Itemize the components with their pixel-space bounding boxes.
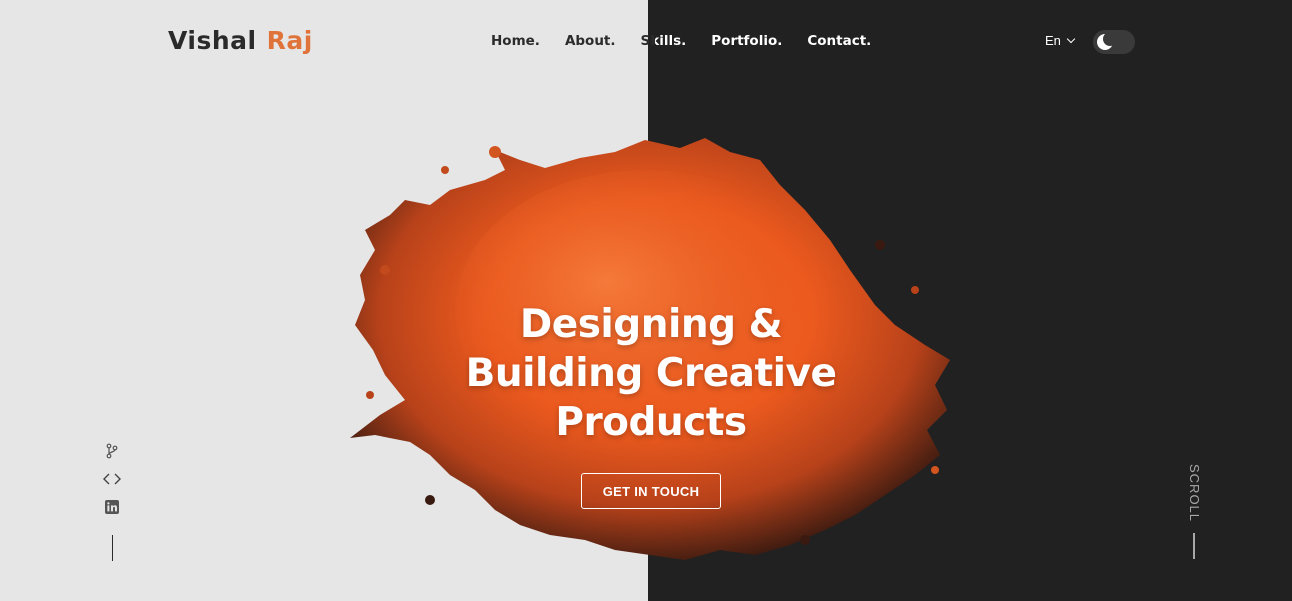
nav-about[interactable]: About. <box>565 33 616 49</box>
moon-icon <box>1097 32 1117 50</box>
chevron-down-icon <box>1066 34 1076 44</box>
hero-title-line-2: Building Creative <box>465 351 837 396</box>
hero-title-line-1: Designing & <box>519 302 783 347</box>
hero-title: Designing & Building Creative Products <box>420 300 882 447</box>
get-in-touch-button[interactable]: GET IN TOUCH <box>581 473 721 509</box>
nav-contact[interactable]: Contact. <box>807 33 871 49</box>
hero-title-line-3: Products <box>555 400 747 445</box>
nav-portfolio[interactable]: Portfolio. <box>711 33 782 49</box>
scroll-label[interactable]: SCROLL <box>1186 464 1202 522</box>
git-branch-icon[interactable] <box>103 443 121 459</box>
code-icon[interactable] <box>103 471 121 487</box>
theme-toggle[interactable] <box>1093 30 1135 54</box>
language-label: En <box>1045 33 1061 48</box>
nav-skills[interactable]: Skills. <box>641 33 687 49</box>
site-logo[interactable]: Vishal Raj <box>168 26 313 55</box>
scroll-line <box>1193 533 1195 559</box>
social-divider-line <box>111 535 113 561</box>
nav-home[interactable]: Home. <box>491 33 540 49</box>
main-nav: Home. About. Skills. Portfolio. Contact. <box>491 33 896 49</box>
logo-last-name: Raj <box>266 26 313 55</box>
linkedin-icon[interactable] <box>103 499 121 515</box>
language-select[interactable]: En <box>1045 33 1076 48</box>
social-links <box>103 443 121 561</box>
logo-first-name: Vishal <box>168 26 257 55</box>
